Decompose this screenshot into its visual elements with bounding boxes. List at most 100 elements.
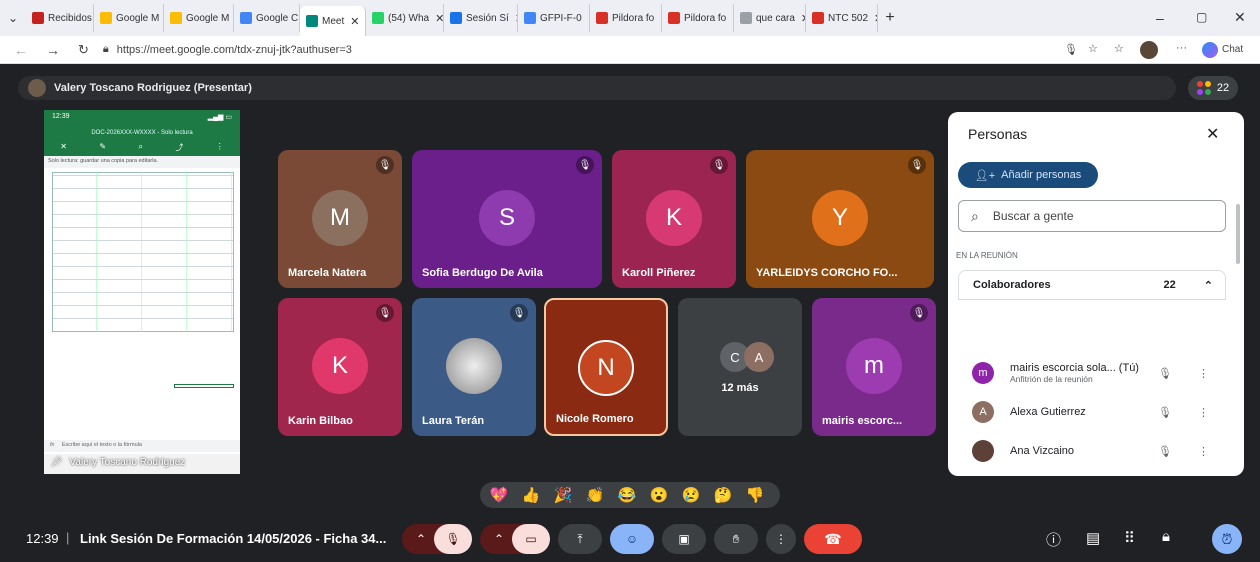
person-row[interactable]: m mairis escorcia sola... (Tú) Anfitrión d… bbox=[972, 356, 1222, 390]
reaction-emoji[interactable]: 💖 bbox=[488, 486, 510, 504]
close-tab-icon[interactable]: ✕ bbox=[350, 15, 359, 28]
new-tab-button[interactable]: + bbox=[878, 9, 902, 27]
participant-tile[interactable]: Y YARLEIDYS CORCHO FO... 🎙︎ bbox=[746, 150, 934, 288]
doc-title-bar: DOC-2026XXX-WXXXX - Solo lectura bbox=[44, 130, 240, 142]
participant-tile[interactable]: S Sofia Berdugo De Avila 🎙︎ bbox=[412, 150, 602, 288]
close-panel-icon[interactable]: ✕ bbox=[1206, 124, 1219, 144]
forward-icon[interactable]: → bbox=[46, 42, 60, 58]
participant-tile[interactable]: K Karin Bilbao 🎙︎ bbox=[278, 298, 402, 436]
participant-tile[interactable]: K Karoll Piñerez 🎙︎ bbox=[612, 150, 736, 288]
participant-tile[interactable]: Laura Terán 🎙︎ bbox=[412, 298, 536, 436]
reaction-emoji[interactable]: 👍 bbox=[520, 486, 542, 504]
more-options-button[interactable]: ⋮ bbox=[766, 524, 796, 554]
reaction-emoji[interactable]: 👏 bbox=[584, 486, 606, 504]
participant-avatar: N bbox=[578, 340, 634, 396]
muted-mic-icon: 🎙︎ bbox=[710, 156, 728, 174]
favorite-star-icon[interactable]: ☆ bbox=[1088, 42, 1098, 55]
tab-label: Pildora fo bbox=[684, 12, 727, 24]
mic-options-icon[interactable]: ⌃ bbox=[408, 524, 434, 554]
add-person-icon: 👤︎+ bbox=[974, 169, 996, 182]
search-icon: ⌕ bbox=[138, 142, 143, 151]
more-avatar: A bbox=[744, 342, 774, 372]
browser-tab[interactable]: Sesión Sí✕ bbox=[444, 4, 518, 32]
participant-count: 22 bbox=[1216, 82, 1230, 94]
reaction-emoji[interactable]: 👎 bbox=[744, 486, 766, 504]
close-tab-icon[interactable]: ✕ bbox=[435, 12, 443, 25]
minimize-icon[interactable]: – bbox=[1156, 10, 1164, 26]
panel-scrollbar[interactable] bbox=[1236, 204, 1240, 264]
cam-options-icon[interactable]: ⌃ bbox=[486, 524, 512, 554]
favorites-icon[interactable]: ☆ bbox=[1114, 42, 1124, 55]
reaction-emoji[interactable]: 🎉 bbox=[552, 486, 574, 504]
participant-tile[interactable]: M Marcela Natera 🎙︎ bbox=[278, 150, 402, 288]
info-icon[interactable]: ⓘ bbox=[1046, 529, 1061, 550]
search-people-input[interactable]: ⌕ Buscar a gente bbox=[958, 200, 1226, 232]
reaction-emoji[interactable]: 🤔 bbox=[712, 486, 734, 504]
leave-call-button[interactable]: ☎︎ bbox=[804, 524, 862, 554]
raise-hand-button[interactable]: ✋︎ bbox=[714, 524, 758, 554]
browser-tab[interactable]: GFPI-F-0✕ bbox=[518, 4, 590, 32]
search-icon: ⌕ bbox=[971, 207, 979, 224]
mic-off-button[interactable]: 🎙︎ bbox=[434, 524, 472, 554]
overlay-name-text: Valery Toscano Rodriguez bbox=[69, 457, 186, 468]
person-row[interactable]: A Alexa Gutierrez 🎙︎ ⋮ bbox=[972, 395, 1222, 429]
browser-tab[interactable]: Pildora fo✕ bbox=[662, 4, 734, 32]
camera-off-button[interactable]: ▭ bbox=[512, 524, 550, 554]
browser-tab[interactable]: Recibidos✕ bbox=[26, 4, 94, 32]
reaction-emoji[interactable]: 😂 bbox=[616, 486, 638, 504]
muted-mic-icon: 🎙︎ bbox=[908, 156, 926, 174]
browser-tab[interactable]: que cara✕ bbox=[734, 4, 806, 32]
browser-tab[interactable]: Google C✕ bbox=[234, 4, 300, 32]
person-more-icon[interactable]: ⋮ bbox=[1198, 406, 1209, 419]
captions-button[interactable]: ▣ bbox=[662, 524, 706, 554]
url-field[interactable]: https://meet.google.com/tdx-znuj-jtk?aut… bbox=[117, 44, 352, 56]
section-label: EN LA REUNIÓN bbox=[956, 251, 1018, 260]
person-more-icon[interactable]: ⋮ bbox=[1198, 367, 1209, 380]
host-controls-icon[interactable]: 🔒︎ bbox=[1162, 528, 1170, 545]
participant-name: Sofia Berdugo De Avila bbox=[422, 267, 543, 279]
person-row[interactable]: Ana Vizcaino 🎙︎ ⋮ bbox=[972, 434, 1222, 468]
browser-tab[interactable]: NTC 502✕ bbox=[806, 4, 878, 32]
close-window-icon[interactable]: ✕ bbox=[1234, 9, 1246, 26]
collaborators-group[interactable]: Colaboradores 22 ⌃ bbox=[958, 270, 1226, 300]
tab-favicon-icon bbox=[100, 12, 112, 24]
person-photo bbox=[972, 440, 994, 462]
reaction-emoji[interactable]: 😮 bbox=[648, 486, 670, 504]
copilot-icon[interactable] bbox=[1202, 42, 1218, 58]
person-row[interactable]: ANGIE PAOLA BOCANE...🎙︎⋮ bbox=[972, 473, 1222, 476]
participant-avatar: K bbox=[312, 338, 368, 394]
collapse-icon[interactable]: ⌃ bbox=[1204, 279, 1213, 292]
browser-tab[interactable]: Google M✕ bbox=[164, 4, 234, 32]
participant-count-badge[interactable]: 22 bbox=[1188, 76, 1238, 100]
site-info-icon[interactable]: 🔒︎ bbox=[103, 43, 109, 56]
selection-line bbox=[174, 384, 234, 388]
tab-favicon-icon bbox=[372, 12, 384, 24]
participant-tile[interactable]: m mairis escorc... 🎙︎ bbox=[812, 298, 936, 436]
present-button[interactable]: ⤒ bbox=[558, 524, 602, 554]
browser-tab[interactable]: Pildora fo✕ bbox=[590, 4, 662, 32]
participant-tile[interactable]: C A 12 más bbox=[678, 298, 802, 436]
participant-tile[interactable]: N Nicole Romero bbox=[544, 298, 668, 436]
browser-tab[interactable]: Google M✕ bbox=[94, 4, 164, 32]
reaction-emoji[interactable]: 😢 bbox=[680, 486, 702, 504]
profile-avatar[interactable] bbox=[1140, 41, 1158, 59]
activities-icon[interactable]: ⠿ bbox=[1124, 529, 1135, 547]
tab-label: Google M bbox=[116, 12, 160, 24]
restore-icon[interactable]: ▢ bbox=[1196, 10, 1207, 24]
muted-mic-icon: 🎙︎ bbox=[1158, 445, 1172, 458]
add-people-button[interactable]: 👤︎+ Añadir personas bbox=[958, 162, 1098, 188]
timer-icon[interactable]: ⏰︎ bbox=[1212, 524, 1242, 554]
person-more-icon[interactable]: ⋮ bbox=[1198, 445, 1209, 458]
browser-tab[interactable]: (54) Wha ✕ bbox=[366, 4, 444, 32]
tab-label: Google M bbox=[186, 12, 230, 24]
mic-permission-icon[interactable]: 🎙︎ bbox=[1064, 43, 1078, 56]
browser-tab[interactable]: Meet ✕ bbox=[300, 6, 366, 36]
reload-icon[interactable]: ↻ bbox=[78, 42, 89, 58]
chat-label[interactable]: Chat bbox=[1222, 44, 1243, 55]
more-menu-icon[interactable]: ··· bbox=[1176, 42, 1187, 54]
emoji-button[interactable]: ☺ bbox=[610, 524, 654, 554]
tab-list-dropdown-icon[interactable]: ⌄ bbox=[0, 11, 26, 25]
chat-icon[interactable]: ▤ bbox=[1086, 529, 1100, 547]
read-only-text: Solo lectura: guardar una copia para edi… bbox=[48, 158, 159, 164]
back-icon[interactable]: ← bbox=[14, 42, 28, 58]
